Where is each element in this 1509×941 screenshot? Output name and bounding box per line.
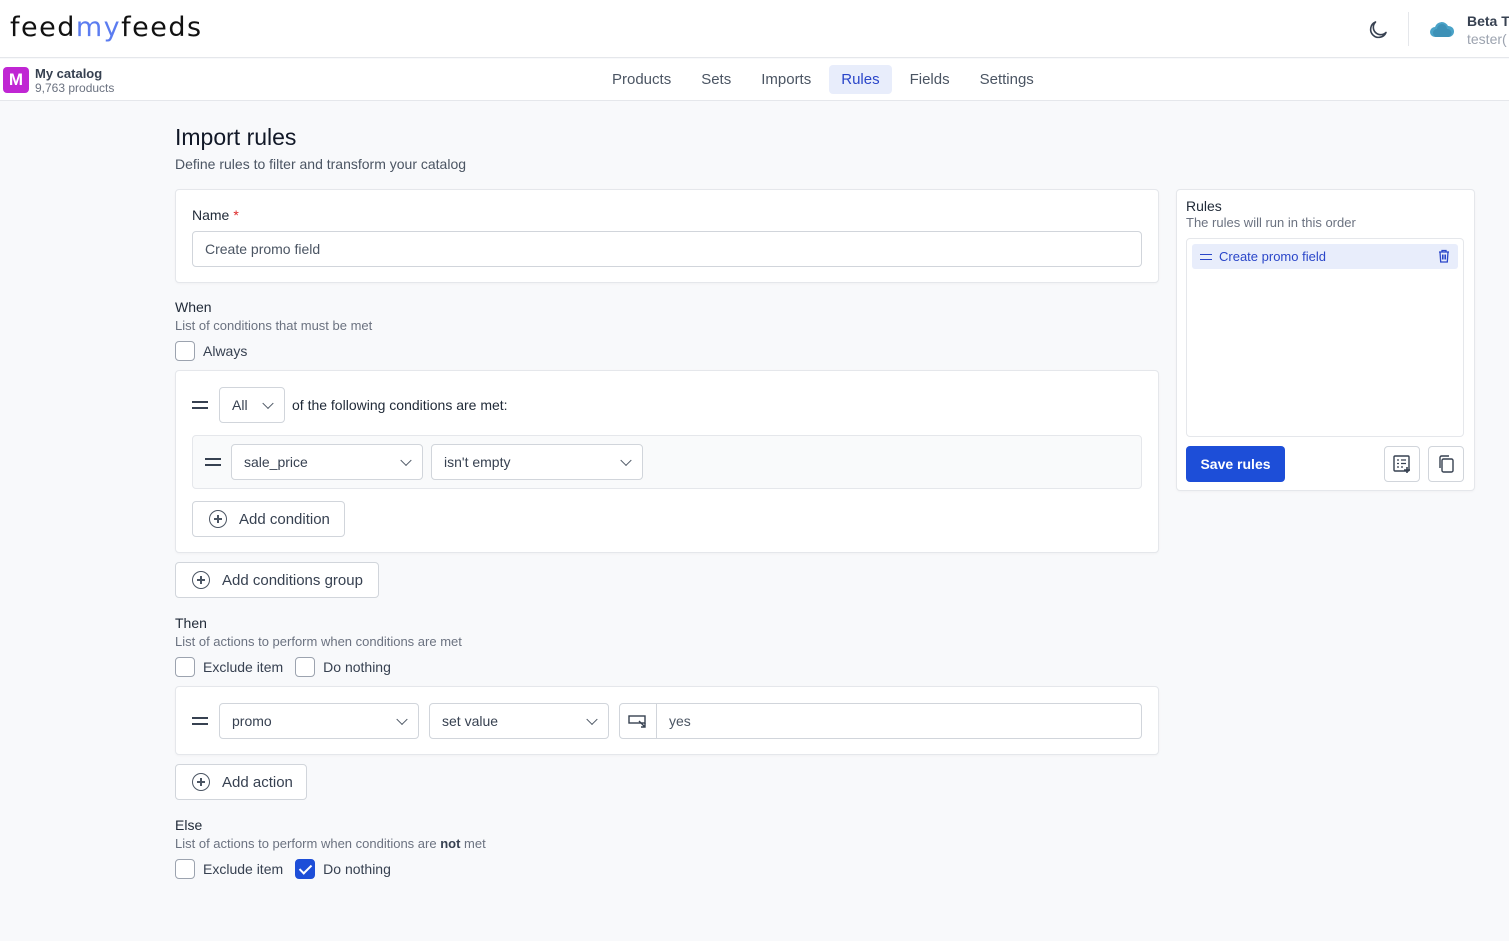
add-action-label: Add action [222, 773, 293, 791]
rules-list: Create promo field [1186, 238, 1464, 437]
divider [1408, 12, 1409, 46]
text-input-icon[interactable] [620, 704, 657, 738]
tab-products[interactable]: Products [600, 65, 683, 94]
add-condition-label: Add condition [239, 510, 330, 528]
else-title: Else [175, 817, 203, 833]
add-condition-button[interactable]: Add condition [192, 501, 345, 537]
condition-row: sale_price isn't empty [192, 435, 1142, 489]
condition-operator-select[interactable]: isn't empty [431, 444, 643, 480]
copy-rules-button[interactable] [1428, 446, 1464, 482]
chevron-down-icon [262, 397, 274, 410]
rules-subtitle: The rules will run in this order [1186, 215, 1356, 230]
drag-handle-icon[interactable] [192, 401, 208, 409]
action-value-input[interactable]: yes [619, 703, 1142, 739]
top-bar: feedmyfeeds Beta T tester( [0, 0, 1509, 58]
action-row: promo set value yes [175, 686, 1159, 755]
required-mark: * [233, 207, 239, 223]
match-select-value: All [232, 397, 248, 413]
plus-circle-icon [192, 571, 210, 589]
trash-icon[interactable] [1437, 249, 1451, 263]
tab-sets[interactable]: Sets [689, 65, 743, 94]
condition-field-value: sale_price [244, 454, 308, 470]
drag-handle-icon[interactable] [1200, 253, 1212, 260]
add-action-button[interactable]: Add action [175, 764, 307, 800]
else-nothing-checkbox[interactable] [295, 859, 316, 879]
chevron-down-icon [586, 713, 598, 726]
user-name[interactable]: Beta T [1467, 13, 1509, 29]
drag-handle-icon[interactable] [205, 458, 221, 466]
chevron-down-icon [400, 454, 412, 467]
logo-part: feed [10, 12, 76, 43]
catalog-badge[interactable]: M [3, 67, 29, 93]
moon-icon[interactable] [1366, 18, 1390, 42]
else-exclude-checkbox[interactable] [175, 859, 195, 879]
action-operation-select[interactable]: set value [429, 703, 609, 739]
always-label: Always [203, 343, 248, 359]
name-label-text: Name [192, 207, 230, 223]
when-subtitle: List of conditions that must be met [175, 318, 373, 333]
nav-tabs: Products Sets Imports Rules Fields Setti… [600, 65, 1052, 94]
save-rules-button[interactable]: Save rules [1186, 446, 1285, 482]
else-subtitle-bold: not [440, 836, 461, 851]
add-group-label: Add conditions group [222, 571, 363, 589]
app-logo[interactable]: feedmyfeeds [10, 12, 203, 43]
rule-item-label: Create promo field [1219, 249, 1326, 264]
then-nothing-checkbox[interactable] [295, 657, 316, 677]
action-operation-value: set value [442, 713, 499, 729]
then-options: Exclude item Do nothing [175, 657, 391, 677]
chevron-down-icon [620, 454, 632, 467]
tab-fields[interactable]: Fields [898, 65, 962, 94]
rule-item[interactable]: Create promo field [1192, 244, 1458, 269]
add-conditions-group-button[interactable]: Add conditions group [175, 562, 379, 598]
plus-circle-icon [192, 773, 210, 791]
then-subtitle: List of actions to perform when conditio… [175, 634, 462, 649]
name-input-value: Create promo field [205, 241, 321, 257]
catalog-count: 9,763 products [35, 81, 115, 95]
page-subtitle: Define rules to filter and transform you… [175, 156, 467, 172]
chevron-down-icon [396, 713, 408, 726]
else-subtitle-post: met [460, 836, 486, 851]
action-value-text: yes [669, 713, 691, 729]
else-exclude-label: Exclude item [203, 861, 284, 877]
copy-icon [1439, 455, 1454, 473]
logo-part: my [75, 12, 122, 43]
else-subtitle: List of actions to perform when conditio… [175, 836, 486, 851]
always-option[interactable]: Always [175, 341, 247, 361]
catalog-name[interactable]: My catalog [35, 66, 102, 81]
name-input[interactable]: Create promo field [192, 231, 1142, 267]
user-email: tester( [1467, 31, 1507, 47]
drag-handle-icon[interactable] [192, 717, 208, 725]
conditions-group: All of the following conditions are met:… [175, 370, 1159, 553]
when-title: When [175, 299, 212, 315]
else-subtitle-pre: List of actions to perform when conditio… [175, 836, 441, 851]
tab-settings[interactable]: Settings [968, 65, 1046, 94]
condition-operator-value: isn't empty [444, 454, 511, 470]
match-select[interactable]: All [219, 387, 285, 423]
cloud-avatar-icon[interactable] [1428, 17, 1456, 41]
condition-field-select[interactable]: sale_price [231, 444, 423, 480]
name-card: Name * Create promo field [175, 189, 1159, 283]
always-checkbox[interactable] [175, 341, 195, 361]
else-options: Exclude item Do nothing [175, 859, 391, 879]
list-add-icon [1393, 455, 1410, 473]
import-rules-button[interactable] [1384, 446, 1420, 482]
logo-part: feeds [121, 12, 203, 43]
then-exclude-label: Exclude item [203, 659, 284, 675]
tab-rules[interactable]: Rules [829, 65, 892, 94]
action-field-select[interactable]: promo [219, 703, 419, 739]
plus-circle-icon [209, 510, 227, 528]
tab-imports[interactable]: Imports [749, 65, 823, 94]
then-title: Then [175, 615, 207, 631]
then-exclude-checkbox[interactable] [175, 657, 195, 677]
rules-title: Rules [1186, 198, 1222, 214]
catalog-nav: M My catalog 9,763 products Products Set… [0, 59, 1509, 101]
then-nothing-label: Do nothing [323, 659, 391, 675]
name-label: Name * [192, 207, 239, 223]
else-nothing-label: Do nothing [323, 861, 391, 877]
match-description: of the following conditions are met: [292, 397, 508, 413]
page-title: Import rules [175, 124, 297, 150]
action-field-value: promo [232, 713, 272, 729]
